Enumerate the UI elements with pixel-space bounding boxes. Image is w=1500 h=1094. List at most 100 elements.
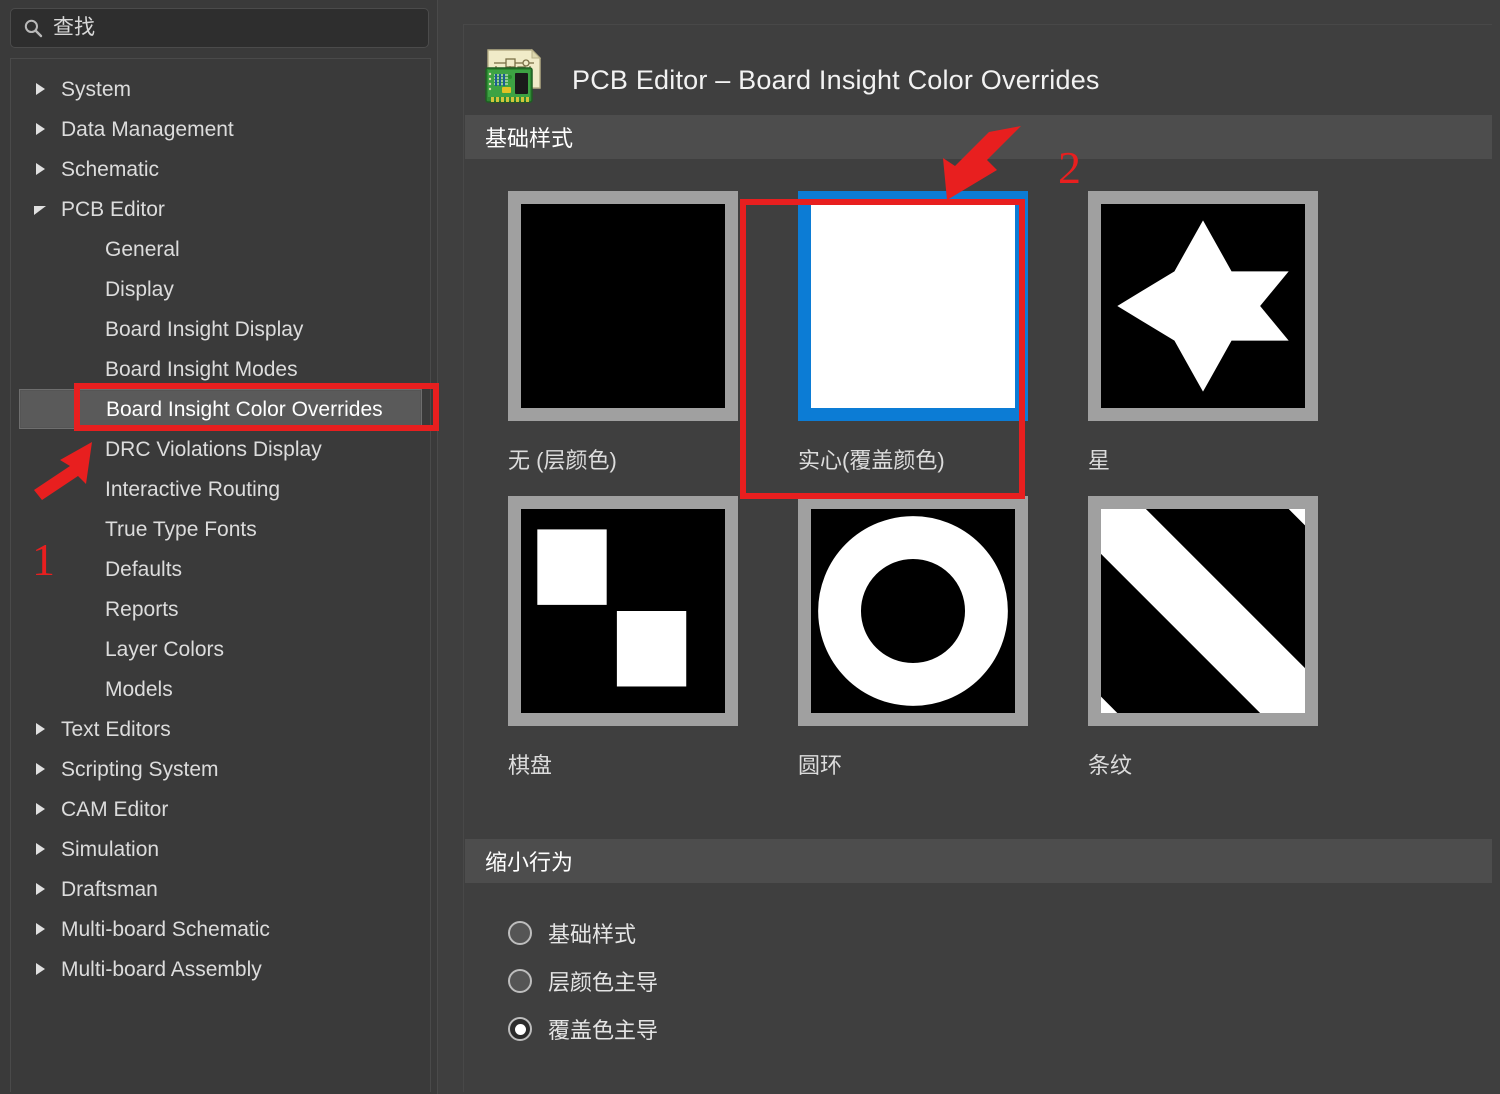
sidebar-item-reports[interactable]: Reports xyxy=(11,589,430,629)
sidebar-item-label: True Type Fonts xyxy=(105,519,257,540)
sidebar-item-layer-colors[interactable]: Layer Colors xyxy=(11,629,430,669)
pcb-board-icon xyxy=(482,46,550,114)
tile-ring[interactable]: 圆环 xyxy=(798,496,1088,801)
sidebar: System Data Management Schematic PCB Editor… xyxy=(0,0,437,1094)
sidebar-item-cam-editor[interactable]: CAM Editor xyxy=(11,789,430,829)
sidebar-item-board-insight-color-overrides[interactable]: Board Insight Color Overrides xyxy=(19,389,422,429)
sidebar-item-label: Simulation xyxy=(61,839,159,860)
sidebar-item-multi-board-schematic[interactable]: Multi-board Schematic xyxy=(11,909,430,949)
chevron-right-icon[interactable] xyxy=(33,162,47,176)
sidebar-item-label: Reports xyxy=(105,599,179,620)
sidebar-item-simulation[interactable]: Simulation xyxy=(11,829,430,869)
tile-preview-star xyxy=(1101,204,1305,408)
search-box[interactable] xyxy=(10,8,429,48)
sidebar-item-label: Board Insight Display xyxy=(105,319,303,340)
tile-swatch-checkerboard[interactable] xyxy=(508,496,738,726)
sidebar-item-label: Display xyxy=(105,279,174,300)
tile-label: 条纹 xyxy=(1088,748,1378,780)
sidebar-item-interactive-routing[interactable]: Interactive Routing xyxy=(11,469,430,509)
tile-swatch-star[interactable] xyxy=(1088,191,1318,421)
section-header-zoom-behavior: 缩小行为 xyxy=(465,839,1492,883)
tile-preview-solid xyxy=(811,204,1015,408)
tile-none[interactable]: 无 (层颜色) xyxy=(508,191,798,496)
tile-preview-checkerboard xyxy=(521,509,725,713)
sidebar-item-label: Board Insight Modes xyxy=(105,359,298,380)
radio-button-icon[interactable] xyxy=(508,1017,532,1041)
sidebar-item-system[interactable]: System xyxy=(11,69,430,109)
radio-label: 覆盖色主导 xyxy=(548,1013,658,1045)
sidebar-item-label: System xyxy=(61,79,131,100)
tile-swatch-none[interactable] xyxy=(508,191,738,421)
preferences-dialog: System Data Management Schematic PCB Editor… xyxy=(0,0,1500,1094)
radio-option-1[interactable]: 层颜色主导 xyxy=(508,957,1492,1005)
tile-label: 圆环 xyxy=(798,748,1088,780)
radio-option-2[interactable]: 覆盖色主导 xyxy=(508,1005,1492,1053)
sidebar-item-scripting-system[interactable]: Scripting System xyxy=(11,749,430,789)
tile-preview-stripe xyxy=(1101,509,1305,713)
sidebar-item-label: Schematic xyxy=(61,159,159,180)
zoom-behavior-radio-group: 基础样式层颜色主导覆盖色主导 xyxy=(464,883,1492,1053)
sidebar-item-schematic[interactable]: Schematic xyxy=(11,149,430,189)
sidebar-item-label: Board Insight Color Overrides xyxy=(106,399,383,420)
sidebar-item-label: Data Management xyxy=(61,119,234,140)
tile-swatch-ring[interactable] xyxy=(798,496,1028,726)
sidebar-item-label: Text Editors xyxy=(61,719,171,740)
section-header-base-style: 基础样式 xyxy=(465,115,1492,159)
sidebar-item-display[interactable]: Display xyxy=(11,269,430,309)
settings-tree: System Data Management Schematic PCB Editor… xyxy=(10,58,431,1092)
sidebar-item-data-management[interactable]: Data Management xyxy=(11,109,430,149)
radio-button-icon[interactable] xyxy=(508,921,532,945)
sidebar-item-label: Models xyxy=(105,679,173,700)
chevron-down-icon[interactable] xyxy=(33,202,47,216)
sidebar-item-label: Multi-board Schematic xyxy=(61,919,270,940)
sidebar-item-general[interactable]: General xyxy=(11,229,430,269)
stripe-pattern-icon xyxy=(1101,509,1305,713)
sidebar-item-pcb-editor[interactable]: PCB Editor xyxy=(11,189,430,229)
sidebar-item-multi-board-assembly[interactable]: Multi-board Assembly xyxy=(11,949,430,989)
tile-label: 棋盘 xyxy=(508,748,798,780)
radio-dot xyxy=(515,1024,526,1035)
chevron-right-icon[interactable] xyxy=(33,882,47,896)
tile-label: 无 (层颜色) xyxy=(508,443,798,475)
sidebar-item-true-type-fonts[interactable]: True Type Fonts xyxy=(11,509,430,549)
tile-preview-none xyxy=(521,204,725,408)
chevron-right-icon[interactable] xyxy=(33,802,47,816)
tile-solid[interactable]: 实心(覆盖颜色) xyxy=(798,191,1088,496)
sidebar-item-text-editors[interactable]: Text Editors xyxy=(11,709,430,749)
tile-swatch-stripe[interactable] xyxy=(1088,496,1318,726)
sidebar-item-defaults[interactable]: Defaults xyxy=(11,549,430,589)
tile-stripe[interactable]: 条纹 xyxy=(1088,496,1378,801)
tile-checkerboard[interactable]: 棋盘 xyxy=(508,496,798,801)
checkerboard-pattern-icon xyxy=(521,509,725,713)
page-header: PCB Editor – Board Insight Color Overrid… xyxy=(464,25,1492,115)
tile-label: 星 xyxy=(1088,443,1378,475)
chevron-right-icon[interactable] xyxy=(33,762,47,776)
sidebar-item-label: Scripting System xyxy=(61,759,219,780)
search-input[interactable] xyxy=(53,16,416,40)
chevron-right-icon[interactable] xyxy=(33,82,47,96)
tile-swatch-solid[interactable] xyxy=(798,191,1028,421)
radio-button-icon[interactable] xyxy=(508,969,532,993)
sidebar-item-drc-violations-display[interactable]: DRC Violations Display xyxy=(11,429,430,469)
sidebar-item-label: Defaults xyxy=(105,559,182,580)
sidebar-item-board-insight-display[interactable]: Board Insight Display xyxy=(11,309,430,349)
sidebar-item-label: DRC Violations Display xyxy=(105,439,322,460)
ring-pattern-icon xyxy=(811,509,1015,713)
sidebar-item-draftsman[interactable]: Draftsman xyxy=(11,869,430,909)
tile-star[interactable]: 星 xyxy=(1088,191,1378,496)
sidebar-item-board-insight-modes[interactable]: Board Insight Modes xyxy=(11,349,430,389)
chevron-right-icon[interactable] xyxy=(33,722,47,736)
radio-label: 层颜色主导 xyxy=(548,965,658,997)
sidebar-item-label: Interactive Routing xyxy=(105,479,280,500)
chevron-right-icon[interactable] xyxy=(33,842,47,856)
chevron-right-icon[interactable] xyxy=(33,962,47,976)
sidebar-item-label: Draftsman xyxy=(61,879,158,900)
main-panel: PCB Editor – Board Insight Color Overrid… xyxy=(437,0,1500,1094)
page-title: PCB Editor – Board Insight Color Overrid… xyxy=(572,65,1100,96)
sidebar-item-models[interactable]: Models xyxy=(11,669,430,709)
base-style-tile-grid: 无 (层颜色)实心(覆盖颜色)星棋盘圆环条纹 xyxy=(464,159,1492,801)
radio-option-0[interactable]: 基础样式 xyxy=(508,909,1492,957)
tile-preview-ring xyxy=(811,509,1015,713)
chevron-right-icon[interactable] xyxy=(33,922,47,936)
chevron-right-icon[interactable] xyxy=(33,122,47,136)
